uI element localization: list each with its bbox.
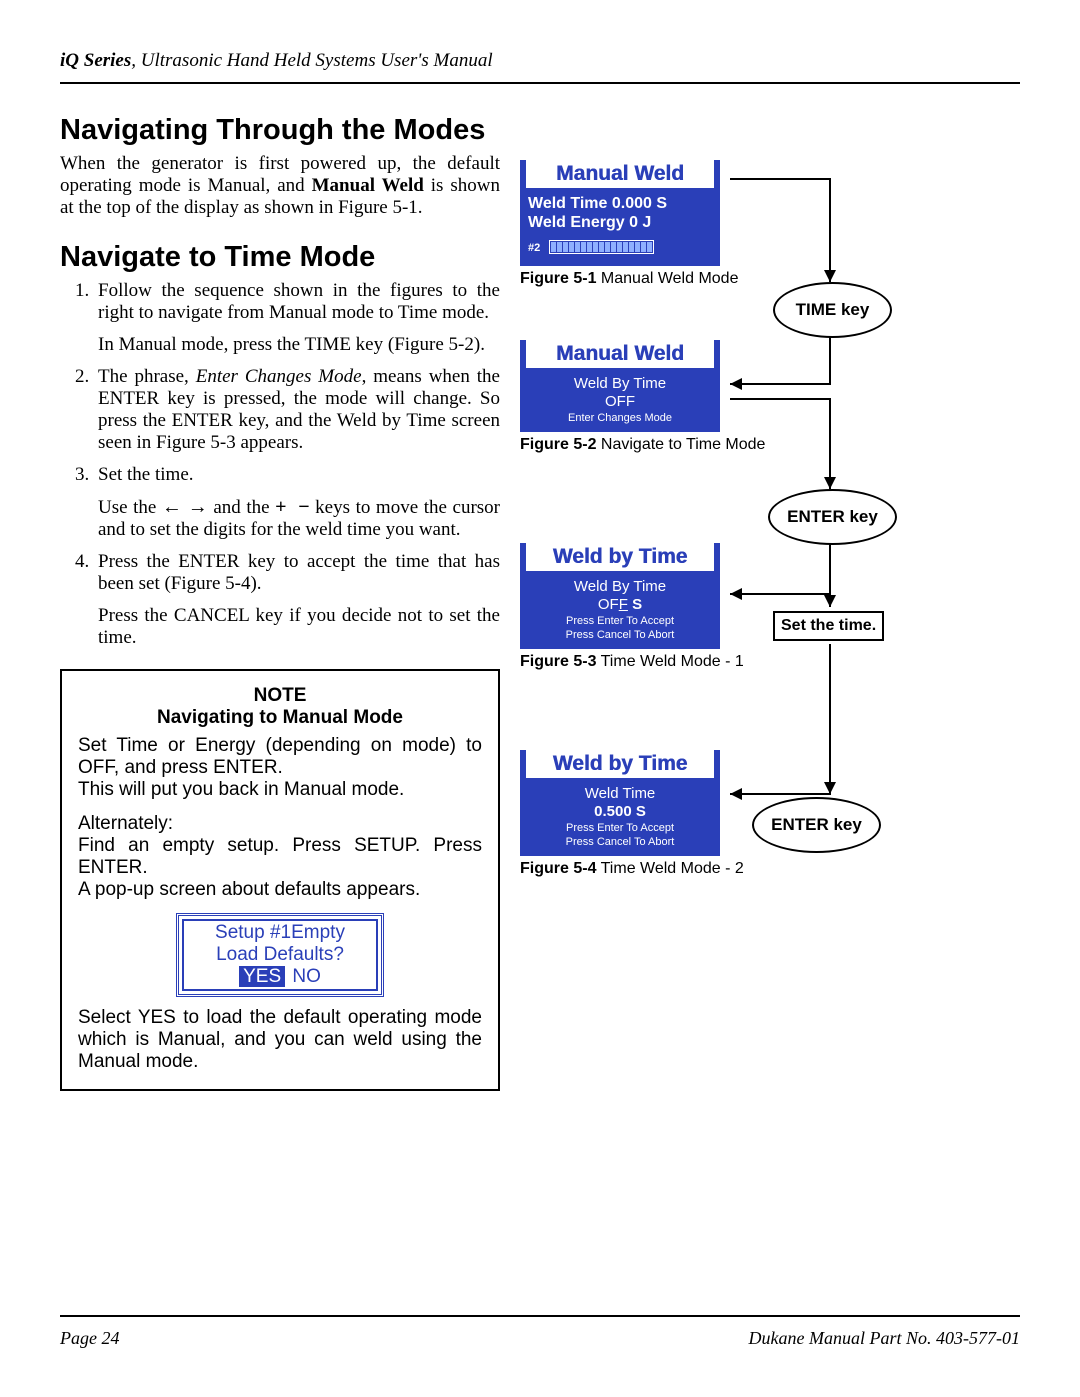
fig2-l2: OFF — [528, 393, 712, 410]
fig4-s2: Press Cancel To Abort — [528, 836, 712, 848]
fig4-title: Weld by Time — [526, 750, 714, 778]
fig2-l1: Weld By Time — [528, 375, 712, 392]
progress-bar-icon — [549, 240, 654, 254]
fig2-caption: Figure 5-2 Navigate to Time Mode — [520, 436, 1020, 454]
step3-sub: Use the ← → and the + − keys to move the… — [98, 496, 500, 541]
fig1-l1: Weld Time 0.000 S — [528, 195, 712, 213]
fig2-title: Manual Weld — [526, 340, 714, 368]
note-p4: Find an empty setup. Press SETUP. Press … — [78, 835, 482, 879]
step3-a: Set the time. — [98, 464, 194, 485]
page-number: Page 24 — [60, 1328, 119, 1349]
fig3-caption: Figure 5-3 Time Weld Mode - 1 — [520, 653, 1020, 671]
manual-page: iQ Series, Ultrasonic Hand Held Systems … — [0, 0, 1080, 1397]
step-4: Press the ENTER key to accept the time t… — [94, 551, 500, 649]
plus-minus-icon: + − — [275, 496, 309, 518]
fig1-hash: #2 — [528, 242, 540, 254]
screen-fig2: Manual Weld Weld By Time OFF Enter Chang… — [520, 340, 720, 432]
intro-bold: Manual Weld — [312, 175, 424, 196]
step1-text: Follow the sequence shown in the figures… — [98, 280, 500, 323]
fig1-l2: Weld Energy 0 J — [528, 214, 712, 232]
fig3-caption-t: Time Weld Mode - 1 — [596, 653, 743, 670]
fig4-caption-b: Figure 5-4 — [520, 860, 596, 877]
fig3-l2a: OF — [598, 596, 619, 613]
enter-key-ellipse-2: ENTER key — [752, 797, 881, 853]
screen-fig1: Manual Weld Weld Time 0.000 S Weld Energ… — [520, 160, 720, 266]
header-rule — [60, 82, 1020, 84]
fig1-caption-t: Manual Weld Mode — [596, 270, 738, 287]
fig3-l1: Weld By Time — [528, 578, 712, 595]
enter-key-ellipse-1: ENTER key — [768, 489, 897, 545]
step2-italic: Enter Changes Mode — [196, 366, 362, 387]
fig3-l2u: F — [619, 596, 628, 613]
time-key-ellipse: TIME key — [773, 282, 892, 338]
heading-nav-modes: Navigating Through the Modes — [60, 114, 500, 147]
fig3-s1: Press Enter To Accept — [528, 615, 712, 627]
fig4-caption-t: Time Weld Mode - 2 — [596, 860, 743, 877]
screen-fig3: Weld by Time Weld By Time OFF S Press En… — [520, 543, 720, 649]
fig2-l3: Enter Changes Mode — [528, 412, 712, 424]
fig1-caption-b: Figure 5-1 — [520, 270, 596, 287]
step2-a: The phrase, — [98, 366, 196, 387]
note-p6: Select YES to load the default operating… — [78, 1007, 482, 1073]
fig3-s2: Press Cancel To Abort — [528, 629, 712, 641]
fig3-caption-b: Figure 5-3 — [520, 653, 596, 670]
step4-b: Press the CANCEL key if you decide not t… — [98, 605, 500, 649]
fig2-caption-b: Figure 5-2 — [520, 436, 596, 453]
popup-no: NO — [292, 966, 321, 987]
screen-fig4: Weld by Time Weld Time 0.500 S Press Ent… — [520, 750, 720, 856]
steps-list: Follow the sequence shown in the figures… — [60, 280, 500, 649]
note-subtitle: Navigating to Manual Mode — [78, 707, 482, 729]
note-title: NOTE — [78, 685, 482, 707]
note-p2: This will put you back in Manual mode. — [78, 779, 482, 801]
running-header: iQ Series, Ultrasonic Hand Held Systems … — [60, 50, 1020, 76]
step-2: The phrase, Enter Changes Mode, means wh… — [94, 366, 500, 454]
fig3-title: Weld by Time — [526, 543, 714, 571]
note-p3: Alternately: — [78, 813, 482, 835]
series-name: iQ Series — [60, 50, 131, 71]
set-time-box: Set the time. — [773, 611, 884, 641]
popup-line1: Setup #1Empty — [185, 922, 375, 944]
fig2-caption-t: Navigate to Time Mode — [596, 436, 765, 453]
left-arrow-icon: ← → — [162, 496, 208, 518]
right-column: Manual Weld Weld Time 0.000 S Weld Energ… — [520, 114, 1020, 1091]
note-p1: Set Time or Energy (depending on mode) t… — [78, 735, 482, 779]
step-3: Set the time. Use the ← → and the + − ke… — [94, 464, 500, 541]
heading-time-mode: Navigate to Time Mode — [60, 241, 500, 274]
series-subtitle: , Ultrasonic Hand Held Systems User's Ma… — [131, 50, 492, 71]
footer-rule — [60, 1315, 1020, 1317]
popup-defaults: Setup #1Empty Load Defaults? YES NO — [176, 913, 384, 997]
fig1-title: Manual Weld — [526, 160, 714, 188]
fig4-l2: 0.500 S — [528, 803, 712, 820]
step3b-a: Use the — [98, 497, 162, 518]
note-p5: A pop-up screen about defaults appears. — [78, 879, 482, 901]
note-box: NOTE Navigating to Manual Mode Set Time … — [60, 669, 500, 1091]
popup-yes: YES — [239, 966, 285, 987]
step-1: Follow the sequence shown in the figures… — [94, 280, 500, 356]
popup-choices: YES NO — [185, 966, 375, 988]
left-column: Navigating Through the Modes When the ge… — [60, 114, 500, 1091]
fig4-caption: Figure 5-4 Time Weld Mode - 2 — [520, 860, 1020, 878]
fig4-s1: Press Enter To Accept — [528, 822, 712, 834]
step1-sub: In Manual mode, press the TIME key (Figu… — [98, 334, 500, 356]
fig3-l2: OFF S — [528, 596, 712, 613]
step4-a: Press the ENTER key to accept the time t… — [98, 551, 500, 594]
fig4-l1: Weld Time — [528, 785, 712, 802]
step3b-b: and the — [208, 497, 275, 518]
part-number: Dukane Manual Part No. 403-577-01 — [749, 1328, 1020, 1349]
page-footer: Page 24 Dukane Manual Part No. 403-577-0… — [60, 1328, 1020, 1349]
fig1-caption: Figure 5-1 Manual Weld Mode — [520, 270, 1020, 288]
fig1-bar-row: #2 — [528, 238, 712, 256]
intro-paragraph: When the generator is first powered up, … — [60, 153, 500, 219]
fig3-l2b: S — [628, 596, 642, 613]
popup-line2: Load Defaults? — [185, 944, 375, 966]
